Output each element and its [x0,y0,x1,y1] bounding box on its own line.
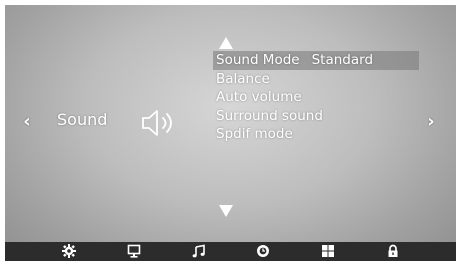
previous-category-arrow[interactable]: ‹ [20,112,34,132]
menu-item-label: Sound Mode [216,52,300,68]
bottom-category-bar [5,242,456,261]
clock-icon[interactable] [255,244,271,259]
speaker-icon [137,108,179,138]
menu-item-surround-sound[interactable]: Surround sound [213,107,419,126]
scroll-down-arrow-icon[interactable] [219,202,233,217]
category-label: Sound [57,110,108,129]
scroll-up-arrow-icon[interactable] [219,34,233,49]
next-category-arrow[interactable]: › [424,112,438,132]
menu-item-balance[interactable]: Balance [213,70,419,89]
menu-item-spdif-mode[interactable]: Spdif mode [213,125,419,144]
menu-item-label: Balance [216,70,270,87]
menu-item-auto-volume[interactable]: Auto volume [213,88,419,107]
tv-menu-screen: ‹ Sound Sound Mode Standard Balance Auto … [5,5,456,261]
lock-icon[interactable] [385,244,401,259]
menu-item-sound-mode[interactable]: Sound Mode Standard [213,51,419,70]
menu-item-label: Surround sound [216,107,323,124]
grid-icon[interactable] [320,244,336,259]
monitor-icon[interactable] [126,244,142,259]
menu-item-value: Standard [311,52,374,68]
menu-item-label: Spdif mode [216,126,293,142]
sound-settings-menu: Sound Mode Standard Balance Auto volume S… [213,51,419,144]
settings-gear-icon[interactable] [61,244,77,259]
music-note-icon[interactable] [191,244,207,259]
menu-item-label: Auto volume [216,89,302,105]
